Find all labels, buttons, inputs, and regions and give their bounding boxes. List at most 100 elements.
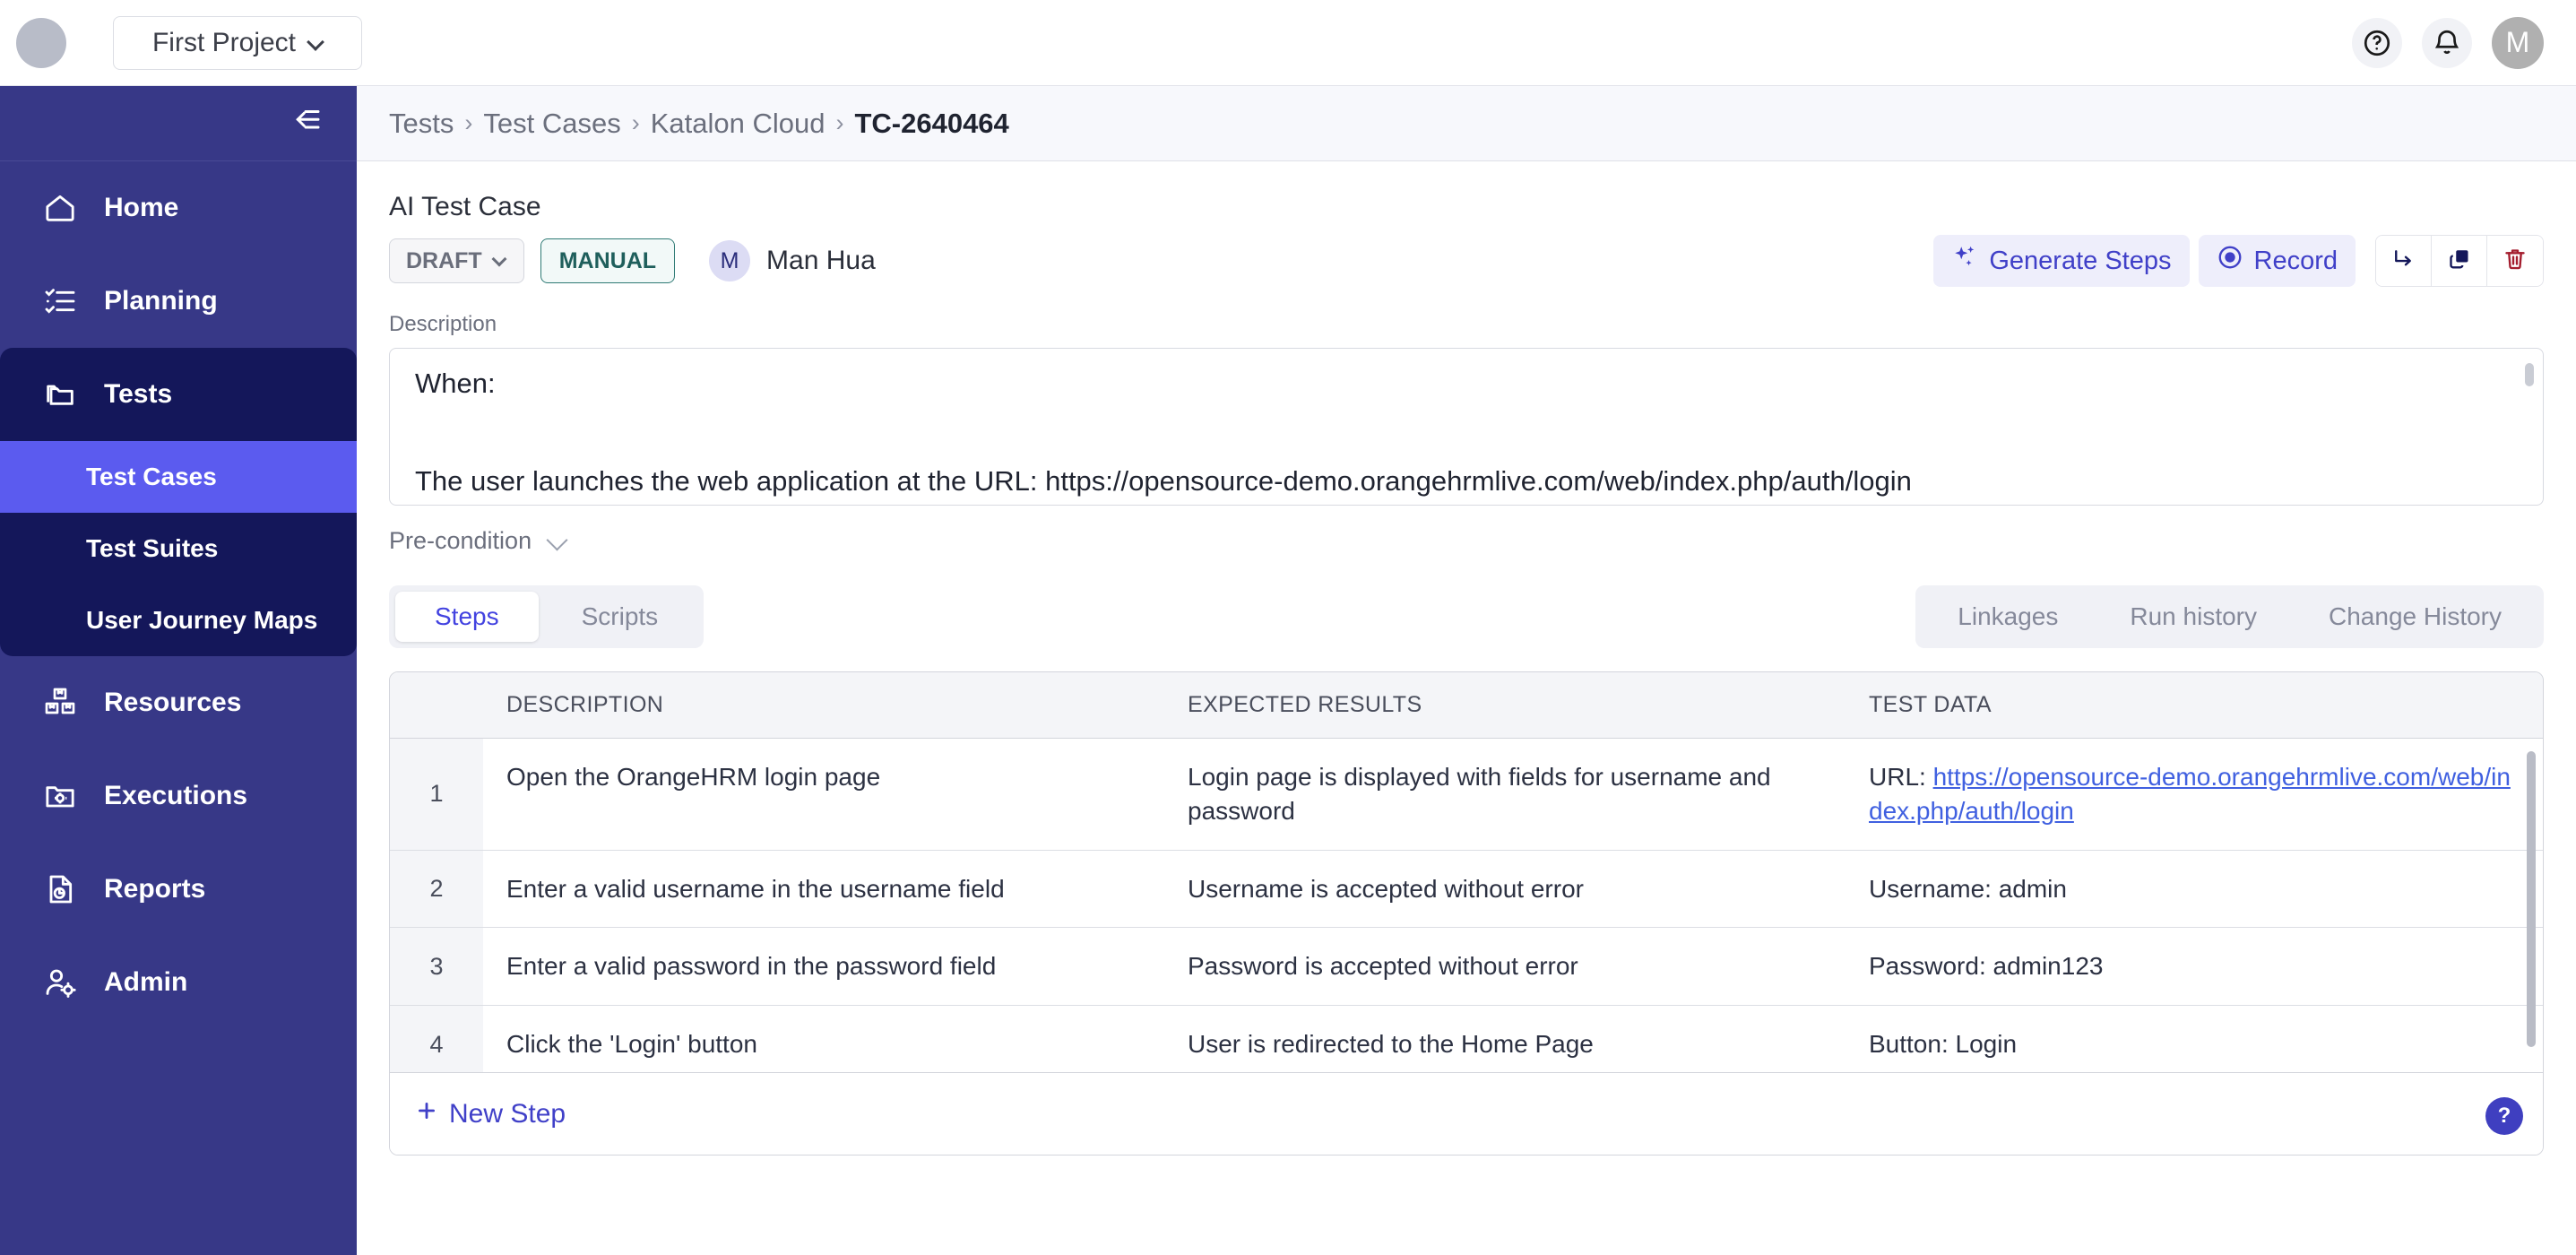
table-row[interactable]: 3 Enter a valid password in the password… [390,928,2543,1007]
owner-name: Man Hua [766,246,876,275]
row-index: 3 [390,928,483,1006]
table-row[interactable]: 2 Enter a valid username in the username… [390,850,2543,929]
delete-button[interactable] [2487,236,2543,286]
sidebar: Home Planning Tests Test Cases Test Suit… [0,86,357,1255]
trash-icon [2502,246,2528,277]
breadcrumb-item-tests[interactable]: Tests [389,108,454,140]
main-content: Tests › Test Cases › Katalon Cloud › TC-… [357,86,2576,1255]
test-case-actions: Generate Steps Record [1933,235,2544,287]
sidebar-item-test-suites[interactable]: Test Suites [0,513,357,584]
tab-group-left: Steps Scripts [389,585,705,648]
breadcrumb-current: TC-2640464 [854,107,1009,139]
sidebar-item-test-cases[interactable]: Test Cases [0,441,357,513]
breadcrumb-separator: › [631,109,640,136]
move-arrow-icon [2390,246,2417,277]
icon-action-group [2375,235,2544,287]
status-badge[interactable]: DRAFT [389,238,524,283]
new-step-button[interactable]: New Step [415,1099,566,1130]
sidebar-item-user-journey-maps[interactable]: User Journey Maps [0,584,357,656]
type-badge: MANUAL [540,238,676,283]
help-button[interactable] [2352,17,2402,68]
breadcrumb-item-test-cases[interactable]: Test Cases [483,108,620,140]
row-test-data[interactable]: Username: admin [1846,851,2543,928]
sidebar-label-user-journey-maps: User Journey Maps [86,606,318,634]
tab-change-history[interactable]: Change History [2293,592,2537,642]
project-selector-label: First Project [151,27,297,57]
tab-run-history[interactable]: Run history [2094,592,2293,642]
row-description[interactable]: Enter a valid password in the password f… [483,928,1164,1005]
question-circle-icon [2364,30,2390,56]
breadcrumb: Tests › Test Cases › Katalon Cloud › TC-… [357,86,2576,161]
generate-steps-label: Generate Steps [1989,246,2172,275]
sidebar-item-tests[interactable]: Tests [0,348,357,441]
generate-steps-button[interactable]: Generate Steps [1933,235,2190,287]
plus-icon [415,1099,438,1130]
row-description[interactable]: Enter a valid username in the username f… [483,851,1164,928]
sidebar-item-reports[interactable]: Reports [0,843,357,936]
precondition-toggle[interactable]: Pre-condition [389,527,2544,555]
tab-scripts[interactable]: Scripts [542,592,698,642]
col-header-test-data: TEST DATA [1869,692,1992,717]
record-button[interactable]: Record [2198,235,2356,287]
status-badge-label: DRAFT [406,247,482,273]
description-label: Description [389,312,497,336]
sidebar-label-resources: Resources [104,688,242,717]
description-line-2: The user launches the web application at… [415,465,1912,498]
description-scrollbar[interactable] [2525,363,2534,386]
folders-icon [41,376,79,413]
col-header-index [390,672,483,738]
row-index: 2 [390,850,483,928]
test-case-meta-row: DRAFT MANUAL M Man Hua Generate Steps Re… [389,235,2544,287]
sidebar-label-executions: Executions [104,781,248,810]
boxes-icon [41,684,79,722]
precondition-label: Pre-condition [389,527,532,554]
sidebar-item-resources[interactable]: Resources [0,656,357,749]
tab-linkages[interactable]: Linkages [1922,592,2094,642]
user-gear-icon [41,964,79,1001]
chevron-down-icon [548,532,567,551]
sidebar-item-admin[interactable]: Admin [0,936,357,1029]
type-badge-label: MANUAL [558,247,657,273]
sidebar-item-planning[interactable]: Planning [0,255,357,348]
row-test-data[interactable]: URL: https://opensource-demo.orangehrmli… [1846,739,2543,850]
row-expected[interactable]: Password is accepted without error [1164,928,1846,1005]
tab-linkages-label: Linkages [1958,602,2059,630]
sidebar-label-planning: Planning [104,286,218,316]
table-row[interactable]: 1 Open the OrangeHRM login page Login pa… [390,739,2543,851]
notifications-button[interactable] [2422,17,2472,68]
sidebar-item-executions[interactable]: Executions [0,749,357,843]
breadcrumb-separator: › [835,109,844,136]
sidebar-label-home: Home [104,193,179,222]
collapse-sidebar-icon[interactable] [287,102,324,144]
tabs-row: Steps Scripts Linkages Run history Chang… [389,585,2544,648]
owner-avatar: M [709,240,751,281]
project-selector[interactable]: First Project [113,15,362,70]
steps-table-header: DESCRIPTION EXPECTED RESULTS TEST DATA [390,672,2543,739]
breadcrumb-separator: › [464,109,473,136]
description-field[interactable]: When: The user launches the web applicat… [389,348,2544,506]
copy-button[interactable] [2432,236,2487,286]
steps-table-scrollbar[interactable] [2527,751,2536,1047]
tab-group-right: Linkages Run history Change History [1915,585,2544,648]
checklist-icon [41,282,79,320]
tab-steps[interactable]: Steps [395,592,539,642]
sparkles-icon [1951,244,1978,278]
row-index: 1 [390,739,483,850]
col-header-expected-results: EXPECTED RESULTS [1188,692,1422,717]
move-button[interactable] [2376,236,2432,286]
sidebar-group-tests: Tests Test Cases Test Suites User Journe… [0,348,357,656]
bell-icon [2434,30,2459,54]
sidebar-item-home[interactable]: Home [0,161,357,255]
col-header-description: DESCRIPTION [506,692,664,717]
sidebar-header [0,86,357,161]
row-test-data[interactable]: Password: admin123 [1846,928,2543,1005]
user-avatar[interactable]: M [2492,16,2544,69]
row-description[interactable]: Open the OrangeHRM login page [483,739,1164,850]
folder-gear-icon [41,777,79,815]
row-expected[interactable]: Login page is displayed with fields for … [1164,739,1846,850]
breadcrumb-item-katalon-cloud[interactable]: Katalon Cloud [651,108,826,140]
row-test-data-link[interactable]: https://opensource-demo.orangehrmlive.co… [1869,763,2511,825]
help-fab-button[interactable]: ? [2485,1097,2523,1135]
workspace-avatar[interactable] [16,17,66,68]
row-expected[interactable]: Username is accepted without error [1164,851,1846,928]
